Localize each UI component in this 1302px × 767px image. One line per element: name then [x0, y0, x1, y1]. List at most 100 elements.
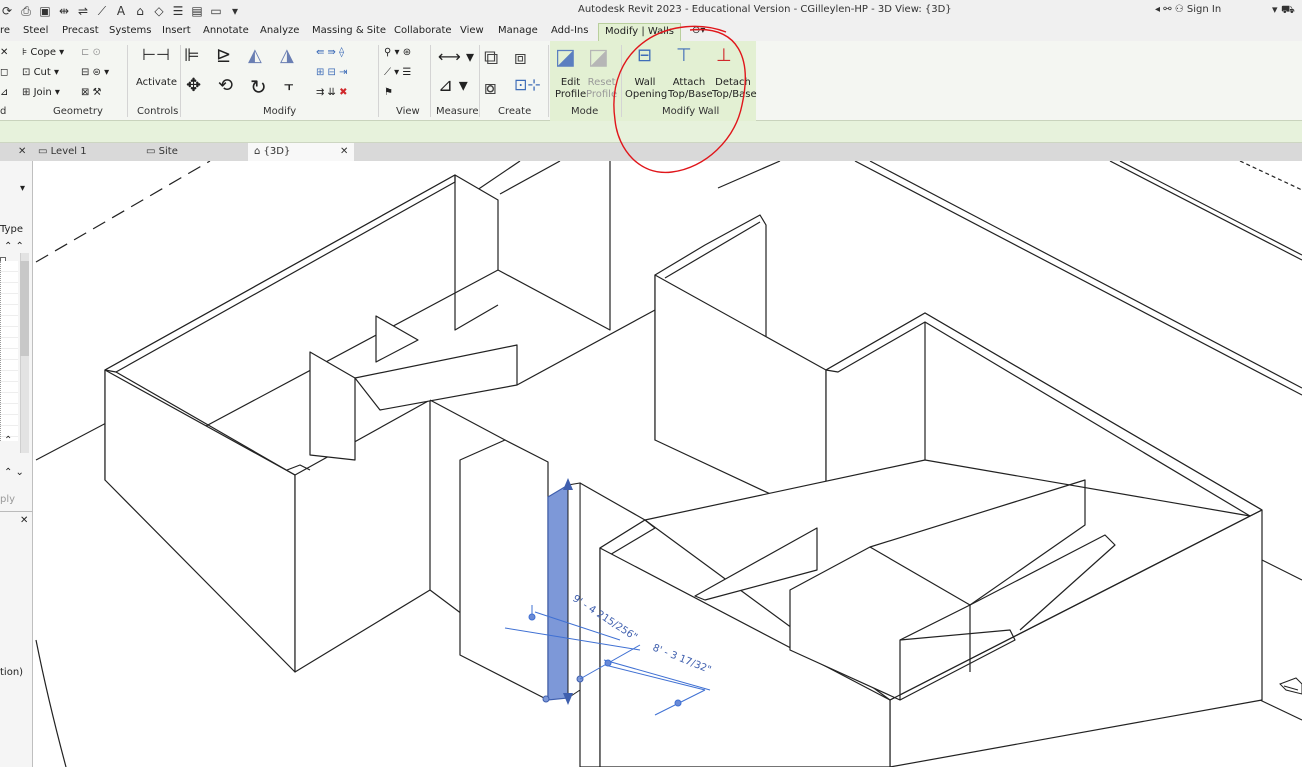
sign-in-label: Sign In: [1186, 4, 1222, 15]
wall-end-grip[interactable]: [542, 695, 550, 703]
cart-icon[interactable]: ▾ ⛟: [1272, 3, 1295, 18]
detach-top-base-button[interactable]: Detach Top/Base: [712, 77, 757, 101]
close-browser-icon[interactable]: ✕: [20, 515, 28, 526]
text-icon[interactable]: A: [114, 4, 128, 18]
tab-precast[interactable]: Precast: [62, 25, 99, 36]
join-button[interactable]: ⊞ Join ▾: [22, 87, 60, 99]
scrollbar-thumb[interactable]: [20, 261, 29, 356]
edit-profile-button[interactable]: Edit Profile: [555, 77, 586, 101]
view-tab-label: Level 1: [50, 146, 87, 157]
close-tab-icon[interactable]: ✕: [340, 146, 348, 157]
panel-label-controls: Controls: [137, 106, 179, 117]
attach-top-base-icon[interactable]: ⊤: [676, 45, 692, 66]
collapse-icon[interactable]: ⌃: [4, 435, 12, 446]
rotate-tool-icon[interactable]: ↻: [250, 75, 267, 99]
tab-architecture[interactable]: re: [0, 25, 10, 36]
tab-massing-site[interactable]: Massing & Site: [312, 25, 386, 36]
tab-add-ins[interactable]: Add-Ins: [551, 25, 588, 36]
tag-icon[interactable]: ⟋: [95, 4, 109, 19]
move-tool-icon[interactable]: ✥: [186, 75, 201, 96]
tab-analyze[interactable]: Analyze: [260, 25, 299, 36]
split-face-icon[interactable]: ⊿: [0, 87, 8, 99]
section-icon[interactable]: ◇: [152, 4, 166, 18]
override-graphics-icon[interactable]: ⚲ ▾ ⊛: [384, 47, 411, 59]
activate-control-icon[interactable]: ⊢⊣: [142, 45, 170, 64]
create-similar-icon[interactable]: ⊡⊹: [514, 75, 541, 94]
align-icon[interactable]: ⇌: [76, 4, 90, 18]
edit-profile-icon[interactable]: ◪: [555, 45, 576, 70]
wall-joins-icon[interactable]: ⊏ ⊙: [81, 47, 101, 59]
collapse-icon[interactable]: ⌃ ⌃: [4, 241, 24, 252]
pick-tool-icon[interactable]: ⊠ ⚒: [81, 87, 102, 99]
customize-qat-icon[interactable]: ▾: [228, 4, 242, 18]
copy-tool-icon[interactable]: ⟲: [218, 75, 233, 96]
window-title: Autodesk Revit 2023 - Educational Versio…: [578, 4, 952, 15]
create-group-icon[interactable]: ⧇: [484, 75, 497, 99]
shape-handle-bottom[interactable]: [563, 693, 573, 705]
detach-top-base-icon[interactable]: ⊥: [716, 45, 732, 66]
interior-wall[interactable]: [309, 351, 356, 461]
cope-button[interactable]: ⊧ Cope ▾: [22, 47, 64, 59]
sign-in-button[interactable]: ◂ ⚯ ⚇ Sign In: [1155, 4, 1221, 15]
view-tab-level-1[interactable]: ▭ Level 1: [38, 143, 142, 161]
beam-join-icon[interactable]: ⊟ ⊜ ▾: [81, 67, 109, 79]
tab-collaborate[interactable]: Collaborate: [394, 25, 452, 36]
activate-button[interactable]: Activate: [136, 77, 177, 89]
linework-icon[interactable]: ⟋ ▾ ☰: [384, 67, 411, 79]
trim-tool-icon[interactable]: ⫟: [284, 75, 294, 95]
wall-opening-icon[interactable]: ⊟: [637, 45, 652, 66]
3d-view-canvas[interactable]: 9' - 4 215/256" 8' - 3 17/32": [34, 161, 1302, 767]
align-tool-icon[interactable]: ⊫: [184, 45, 200, 66]
mirror-draw-icon[interactable]: ◮: [280, 45, 294, 66]
model-drawing[interactable]: 9' - 4 215/256" 8' - 3 17/32": [34, 161, 1302, 767]
type-selector-dropdown-icon[interactable]: ▾: [20, 183, 25, 194]
apply-button[interactable]: ply: [0, 494, 15, 505]
3d-view-icon[interactable]: ⌂: [133, 4, 147, 18]
cut-button[interactable]: ⊡ Cut ▾: [22, 67, 59, 79]
panel-label-modify: Modify: [263, 106, 297, 117]
site-curve-line: [35, 639, 67, 767]
split-tool-icon[interactable]: ⇚ ⇛ ⟠: [316, 47, 344, 59]
ribbon-minimize-icon[interactable]: ⊖▾: [692, 25, 705, 36]
save-icon[interactable]: ▣: [38, 4, 52, 18]
hide-element-icon[interactable]: ⚑: [384, 87, 393, 99]
attach-top-base-button[interactable]: Attach Top/Base: [668, 77, 713, 101]
tab-steel[interactable]: Steel: [23, 25, 48, 36]
paint-icon[interactable]: ◻: [0, 67, 8, 79]
thin-lines-icon[interactable]: ☰: [171, 4, 185, 18]
close-hidden-icon[interactable]: ▤: [190, 4, 204, 18]
tab-manage[interactable]: Manage: [498, 25, 538, 36]
demolish-icon[interactable]: ✕: [0, 47, 8, 59]
view-tab-3d[interactable]: ⌂ {3D} ✕: [248, 143, 354, 161]
reset-profile-button: Reset Profile: [586, 77, 617, 101]
measure-icon[interactable]: ⇹: [57, 4, 71, 18]
attach-label-1: Attach: [672, 77, 706, 88]
selected-wall[interactable]: [542, 478, 584, 705]
tab-modify-walls[interactable]: Modify | Walls: [598, 23, 682, 41]
tab-systems[interactable]: Systems: [109, 25, 152, 36]
wall-column-middle[interactable]: [459, 439, 549, 701]
measure-between-icon[interactable]: ⟷ ▾: [438, 47, 474, 66]
view-tab-site[interactable]: ▭ Site: [146, 143, 246, 161]
panel-separator: [479, 45, 480, 117]
panel-label-modify-wall: Modify Wall: [662, 106, 720, 117]
create-assembly-icon[interactable]: ⧉: [484, 45, 498, 69]
create-parts-icon[interactable]: ⧈: [514, 45, 527, 69]
tab-view[interactable]: View: [460, 25, 484, 36]
dimension-icon[interactable]: ⊿ ▾: [438, 75, 468, 96]
delete-tool-icon[interactable]: ⇉ ⇊ ✖: [316, 87, 348, 99]
sync-icon[interactable]: ⟳: [0, 4, 14, 18]
panel-label-create: Create: [498, 106, 532, 117]
close-properties-icon[interactable]: ✕: [18, 143, 34, 161]
mirror-axis-icon[interactable]: ◭: [248, 45, 262, 66]
view-cube-icon[interactable]: [1279, 677, 1302, 695]
tab-annotate[interactable]: Annotate: [203, 25, 249, 36]
print-icon[interactable]: ⎙: [19, 4, 33, 19]
offset-tool-icon[interactable]: ⊵: [216, 45, 231, 66]
wall-opening-button[interactable]: Wall Opening: [625, 77, 667, 101]
array-tool-icon[interactable]: ⊞ ⊟ ⇥: [316, 67, 348, 79]
switch-windows-icon[interactable]: ▭: [209, 4, 223, 18]
edit-type-label[interactable]: Type: [0, 224, 23, 235]
tab-insert[interactable]: Insert: [162, 25, 191, 36]
collapse-icon[interactable]: ⌃ ⌄: [4, 467, 24, 478]
